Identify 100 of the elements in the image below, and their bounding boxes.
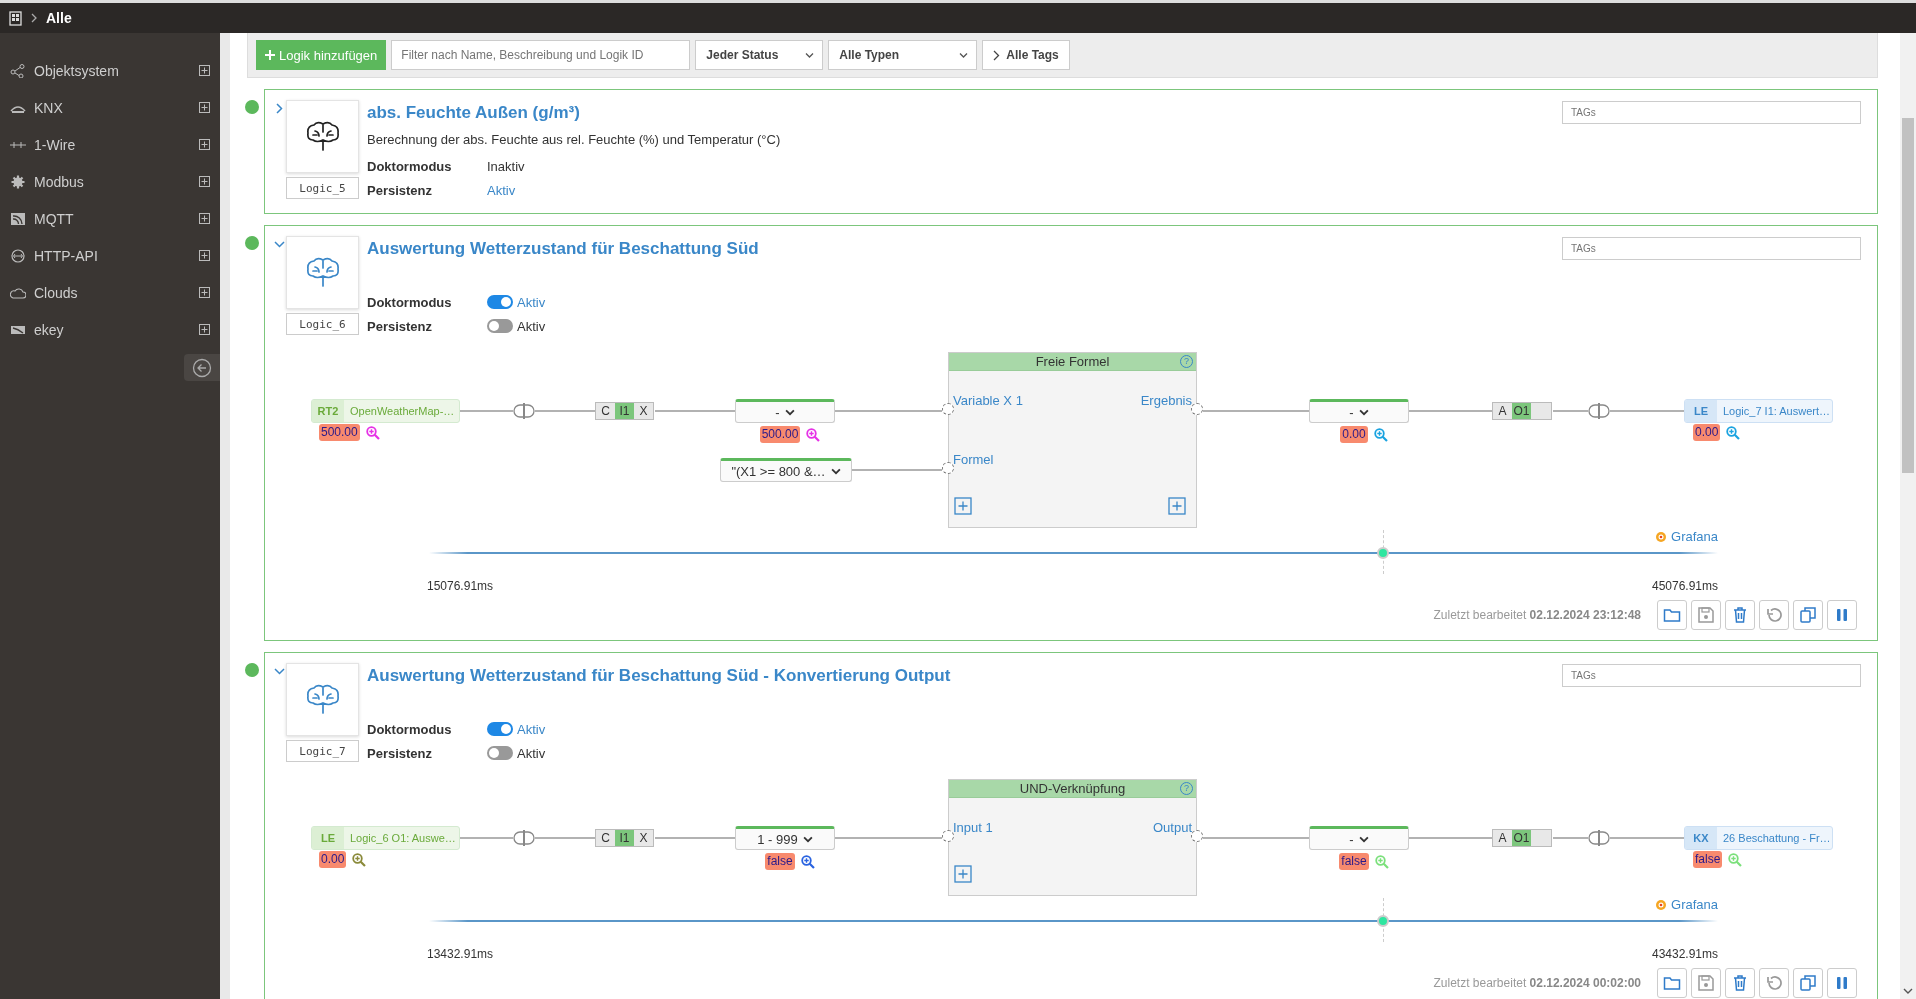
plus-icon (265, 50, 275, 60)
add-input-button[interactable] (954, 497, 972, 515)
folder-button[interactable] (1657, 968, 1687, 998)
pause-button[interactable] (1827, 600, 1857, 630)
zoom-icon[interactable] (1726, 425, 1741, 440)
filter-option[interactable]: X (634, 403, 653, 419)
trash-button[interactable] (1725, 968, 1755, 998)
scrollbar[interactable] (1900, 33, 1916, 999)
filter-option[interactable]: A (1493, 403, 1512, 419)
port-connector[interactable] (1191, 830, 1203, 842)
scrollbar-thumb[interactable] (1902, 118, 1914, 473)
copy-button[interactable] (1793, 600, 1823, 630)
expand-icon[interactable] (199, 176, 210, 187)
undo-icon (1765, 974, 1783, 992)
filter-option[interactable]: O1 (1512, 830, 1531, 846)
building-icon[interactable] (9, 10, 22, 26)
rss-icon (10, 211, 26, 226)
scroll-down-icon[interactable] (1903, 987, 1913, 995)
toggle-switch[interactable] (487, 746, 513, 760)
sidebar-item[interactable]: HTTP-API (0, 237, 220, 274)
swirl-logo-icon (1655, 898, 1667, 911)
tags-field[interactable]: TAGs (1562, 237, 1861, 260)
status-select[interactable]: Jeder Status (695, 40, 824, 70)
sidebar-item[interactable]: Clouds (0, 274, 220, 311)
add-output-button[interactable] (1168, 497, 1186, 515)
timeline-marker[interactable] (1376, 915, 1389, 927)
dropdown[interactable]: "(X1 >= 800 &… (720, 458, 852, 482)
folder-button[interactable] (1657, 600, 1687, 630)
toggle-switch[interactable] (487, 722, 513, 736)
pause-button[interactable] (1827, 968, 1857, 998)
sidebar-item[interactable]: KNX (0, 89, 220, 126)
collapse-button[interactable] (184, 354, 220, 381)
copy-button[interactable] (1793, 968, 1823, 998)
zoom-icon[interactable] (1373, 427, 1388, 442)
collapse-chevron-icon[interactable] (273, 238, 286, 251)
trash-icon (1731, 974, 1749, 992)
value-badge: false (1693, 851, 1723, 868)
filter-option[interactable]: C (596, 830, 615, 846)
filter-option[interactable]: C (596, 403, 615, 419)
grafana-link[interactable]: Grafana (1655, 529, 1718, 544)
value-badge: false (765, 853, 795, 870)
filter-field[interactable]: Filter nach Name, Beschreibung und Logik ID (391, 40, 691, 70)
collapse-chevron-icon[interactable] (273, 665, 286, 678)
logic-title[interactable]: Auswertung Wetterzustand für Beschattung Süd - Konvertierung Output (367, 663, 1562, 689)
timeline-marker[interactable] (1376, 547, 1389, 559)
port-connector[interactable] (942, 403, 954, 415)
coupler-icon[interactable] (513, 829, 535, 847)
sidebar-item[interactable]: Modbus (0, 163, 220, 200)
sidebar-item[interactable]: MQTT (0, 200, 220, 237)
expand-icon[interactable] (199, 287, 210, 298)
add-input-button[interactable] (954, 865, 972, 883)
property-value: Aktiv (517, 294, 546, 310)
breadcrumb-item[interactable]: Alle (46, 10, 72, 26)
sidebar-item[interactable]: Objektsystem (0, 52, 220, 89)
expand-chevron-icon[interactable] (273, 102, 286, 115)
port-connector[interactable] (942, 462, 954, 474)
dropdown[interactable]: - (735, 399, 835, 423)
tags-field[interactable]: TAGs (1562, 101, 1861, 124)
target-node[interactable]: LE Logic_7 I1: Auswert… (1684, 399, 1833, 423)
expand-icon[interactable] (199, 65, 210, 76)
zoom-icon[interactable] (365, 425, 380, 440)
trash-button[interactable] (1725, 600, 1755, 630)
property-value: Aktiv (517, 745, 546, 761)
filter-option[interactable]: O1 (1512, 403, 1531, 419)
expand-icon[interactable] (199, 324, 210, 335)
port-connector[interactable] (1191, 403, 1203, 415)
coupler-icon[interactable] (1588, 402, 1610, 420)
sidebar-item[interactable]: ekey (0, 311, 220, 348)
coupler-icon[interactable] (1588, 829, 1610, 847)
grafana-link[interactable]: Grafana (1655, 897, 1718, 912)
target-node[interactable]: KX 26 Beschattung - Fr… (1684, 826, 1833, 850)
dropdown[interactable]: 1 - 999 (735, 826, 835, 850)
logic-title[interactable]: abs. Feuchte Außen (g/m³) (367, 100, 1562, 126)
expand-icon[interactable] (199, 139, 210, 150)
zoom-icon[interactable] (352, 852, 367, 867)
coupler-icon[interactable] (513, 402, 535, 420)
globe-icon (10, 248, 26, 263)
expand-icon[interactable] (199, 250, 210, 261)
port-connector[interactable] (942, 830, 954, 842)
toggle-switch[interactable] (487, 295, 513, 309)
expand-icon[interactable] (199, 102, 210, 113)
filter-option[interactable]: I1 (615, 830, 634, 846)
filter-option[interactable]: I1 (615, 403, 634, 419)
expand-icon[interactable] (199, 213, 210, 224)
toggle-switch[interactable] (487, 319, 513, 333)
dropdown[interactable]: - (1309, 399, 1409, 423)
last-edited-text: Zuletzt bearbeitet 02.12.2024 23:12:48 (1433, 608, 1641, 622)
filter-option[interactable]: X (634, 830, 653, 846)
type-select[interactable]: Alle Typen (828, 40, 978, 70)
filter-option[interactable]: A (1493, 830, 1512, 846)
tags-field[interactable]: TAGs (1562, 664, 1861, 687)
value-badge: 500.00 (759, 426, 801, 443)
folder-icon (1663, 606, 1681, 624)
sidebar-item[interactable]: 1-Wire (0, 126, 220, 163)
zoom-icon[interactable] (806, 427, 821, 442)
copy-icon (1799, 974, 1817, 992)
logic-title[interactable]: Auswertung Wetterzustand für Beschattung Süd (367, 236, 1562, 262)
tags-button[interactable]: Alle Tags (982, 40, 1070, 70)
zoom-icon[interactable] (800, 854, 815, 869)
dropdown[interactable]: - (1309, 826, 1409, 850)
